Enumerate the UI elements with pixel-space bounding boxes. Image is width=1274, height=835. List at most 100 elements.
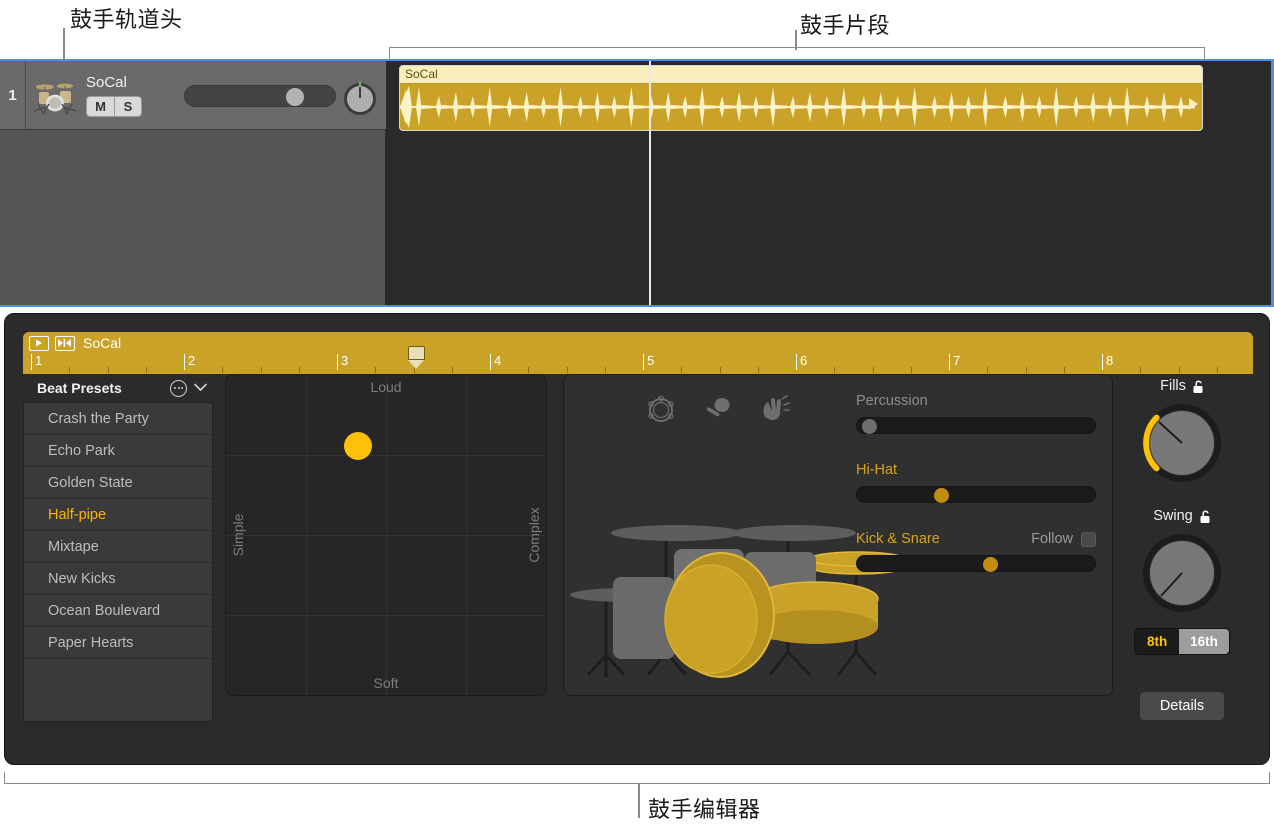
fills-label: Fills [1160, 378, 1186, 394]
editor-playhead[interactable] [408, 346, 425, 369]
follow-control[interactable]: Follow [1031, 531, 1096, 547]
preset-item[interactable]: Echo Park [24, 435, 212, 467]
slider-block: Percussion [856, 393, 1096, 434]
knob-column: Fills Swing 8th 16th Details [1127, 374, 1237, 746]
ruler-subtick [1216, 367, 1218, 373]
swing-label: Swing [1153, 508, 1193, 524]
preset-item[interactable]: Crash the Party [24, 403, 212, 435]
ruler-subtick [1025, 367, 1027, 373]
beat-presets-list[interactable]: Crash the Party Echo Park Golden State Half… [23, 402, 213, 722]
slider-label-row: Kick & Snare Follow [856, 531, 1096, 547]
region-waveform [400, 86, 1196, 128]
drum-kit-icon[interactable] [32, 74, 78, 116]
solo-button[interactable]: S [114, 95, 142, 117]
preset-item[interactable]: Half-pipe [24, 499, 212, 531]
slider-label-row: Hi-Hat [856, 462, 1096, 478]
play-icon[interactable] [29, 335, 49, 351]
ruler-bar-label: 2 [184, 354, 195, 370]
pan-knob[interactable] [344, 82, 376, 115]
slider-thumb[interactable] [982, 557, 998, 572]
track-playhead[interactable] [649, 61, 651, 305]
xy-pad-puck[interactable] [344, 431, 373, 460]
mute-button[interactable]: M [86, 95, 114, 117]
chevron-down-icon[interactable] [194, 379, 207, 397]
preset-item[interactable]: Ocean Boulevard [24, 595, 212, 627]
ruler-subtick [375, 367, 377, 373]
ruler-bar-label: 7 [949, 354, 960, 370]
volume-slider-thumb[interactable] [286, 88, 304, 106]
slider-track[interactable] [856, 417, 1096, 434]
preset-item[interactable]: Paper Hearts [24, 627, 212, 659]
swing-knob[interactable] [1139, 530, 1225, 616]
editor-ruler[interactable]: SoCal 1 2 3 4 5 6 7 8 [23, 332, 1253, 374]
volume-slider[interactable] [184, 85, 336, 107]
track-header-column: 1 SoCal M S [0, 61, 386, 305]
ruler-subtick [604, 367, 606, 373]
slider-track[interactable] [856, 555, 1096, 572]
ruler-subtick [566, 367, 568, 373]
beat-presets-header: Beat Presets [23, 374, 213, 402]
shaker-icon[interactable] [704, 395, 732, 428]
ruler-bar-label: 6 [796, 354, 807, 370]
annotation-region: 鼓手片段 [800, 14, 891, 39]
ruler-subtick [298, 367, 300, 373]
drummer-editor: SoCal 12345678 Beat Presets Crash the Pa… [4, 313, 1270, 765]
ruler-subtick [260, 367, 262, 373]
xy-pad-label-simple: Simple [230, 513, 246, 557]
follow-checkbox[interactable] [1081, 531, 1096, 547]
ruler-subtick [757, 367, 759, 373]
swing-8th-option[interactable]: 8th [1135, 629, 1180, 654]
leader-line-editor [638, 784, 640, 818]
region-title-bar: SoCal [400, 66, 1202, 84]
ruler-subtick [1140, 367, 1142, 373]
ruler-bar-label: 1 [31, 354, 42, 370]
unlocked-icon[interactable] [1199, 510, 1211, 523]
beat-presets-panel: Beat Presets Crash the Party Echo Park Gol… [23, 374, 213, 746]
ruler-bar-label: 8 [1102, 354, 1113, 370]
bracket-editor [4, 772, 1270, 784]
ruler-subtick [872, 367, 874, 373]
circled-ellipsis-icon[interactable] [170, 379, 187, 397]
swing-division-toggle[interactable]: 8th 16th [1134, 628, 1230, 655]
preset-item[interactable]: Golden State [24, 467, 212, 499]
tambourine-icon[interactable] [646, 395, 676, 428]
pan-knob-pointer [359, 87, 361, 98]
mute-solo-group: M S [86, 95, 142, 117]
fit-region-icon[interactable] [55, 335, 75, 351]
ruler-subtick [1063, 367, 1065, 373]
swing-16th-option[interactable]: 16th [1179, 629, 1229, 654]
unlocked-icon[interactable] [1192, 380, 1204, 393]
slider-thumb[interactable] [933, 488, 949, 503]
fills-knob[interactable] [1139, 400, 1225, 486]
track-header-socal[interactable]: 1 SoCal M S [0, 61, 386, 130]
track-lane[interactable]: SoCal [387, 61, 1271, 305]
preset-item[interactable]: New Kicks [24, 563, 212, 595]
annotation-editor: 鼓手编辑器 [648, 798, 761, 823]
ruler-subtick [222, 367, 224, 373]
ruler-subtick [145, 367, 147, 373]
preset-item[interactable]: Mixtape [24, 531, 212, 563]
drummer-region[interactable]: SoCal [399, 65, 1203, 131]
editor-region-name: SoCal [83, 335, 122, 351]
ruler-subtick [910, 367, 912, 373]
track-lane-empty-area [387, 131, 1271, 305]
slider-label: Percussion [856, 393, 928, 409]
tracks-area: 1 SoCal M S SoCal [0, 59, 1274, 307]
slider-thumb[interactable] [862, 419, 878, 434]
track-number: 1 [0, 61, 26, 129]
annotation-track-header: 鼓手轨道头 [70, 8, 183, 33]
drum-kit-panel: Percussion Hi-Hat Kick & Snare Follow [563, 374, 1113, 696]
xy-pad[interactable]: Loud Soft Simple Complex [225, 374, 547, 696]
ruler-subtick [719, 367, 721, 373]
slider-label: Hi-Hat [856, 462, 898, 478]
slider-block: Hi-Hat [856, 462, 1096, 503]
swing-knob-label: Swing [1153, 508, 1211, 524]
xy-pad-label-complex: Complex [526, 507, 542, 563]
percussion-icon-row [646, 395, 790, 428]
details-button[interactable]: Details [1138, 691, 1226, 721]
clap-icon[interactable] [760, 395, 790, 428]
xy-pad-label-soft: Soft [373, 675, 399, 691]
ruler-subtick [107, 367, 109, 373]
ruler-bar-label: 5 [643, 354, 654, 370]
slider-track[interactable] [856, 486, 1096, 503]
